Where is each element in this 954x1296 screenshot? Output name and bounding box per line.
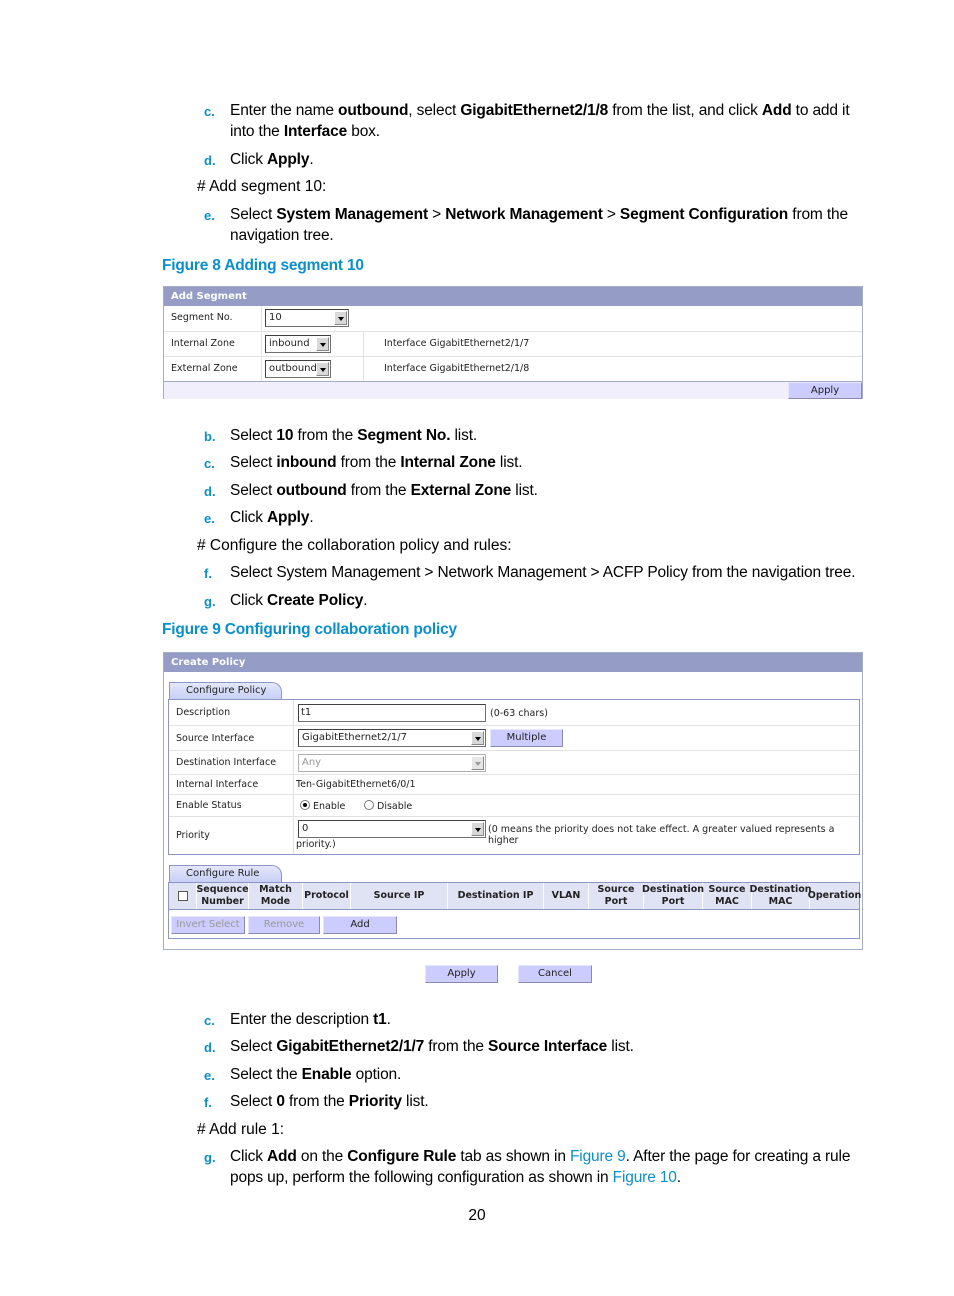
chevron-down-icon xyxy=(471,756,484,770)
column-header: Source MAC xyxy=(703,883,752,909)
create-policy-panel: Create Policy Configure Policy Descripti… xyxy=(163,652,863,950)
destination-interface-select[interactable]: Any xyxy=(298,754,486,772)
internal-interface-label: Internal Interface xyxy=(176,779,259,790)
segment-no-select[interactable]: 10 xyxy=(265,309,349,327)
description-row: Description t1 (0-63 chars) xyxy=(169,700,859,725)
step-e-click-apply: e. Click Apply. xyxy=(204,509,314,526)
step-g-click-add: g. Click Add on the Configure Rule tab a… xyxy=(204,1148,851,1186)
description-hint: (0-63 chars) xyxy=(490,708,548,719)
radio-selected-icon xyxy=(300,800,310,810)
invert-select-button[interactable]: Invert Select xyxy=(171,916,245,934)
description-input[interactable]: t1 xyxy=(298,704,486,722)
priority-hint-continued: priority.) xyxy=(296,839,336,850)
priority-label: Priority xyxy=(176,830,210,841)
segment-no-label: Segment No. xyxy=(171,312,233,323)
note-add-segment: # Add segment 10: xyxy=(197,178,327,195)
priority-select[interactable]: 0 xyxy=(298,820,486,838)
checkbox-icon xyxy=(177,891,188,901)
chevron-down-icon xyxy=(471,822,484,836)
column-header: Match Mode xyxy=(249,883,303,909)
tab-configure-policy[interactable]: Configure Policy xyxy=(169,682,282,699)
step-c-enter-name: c. Enter the name outbound, select Gigab… xyxy=(204,102,850,140)
panel-title: Add Segment xyxy=(164,287,862,306)
step-b-select-segment: b. Select 10 from the Segment No. list. xyxy=(204,427,478,444)
rule-table-header: Sequence Number Match Mode Protocol Sour… xyxy=(169,883,862,910)
column-header: Destination MAC xyxy=(749,883,812,909)
tab-configure-rule[interactable]: Configure Rule xyxy=(169,865,282,882)
priority-row: Priority 0 (0 means the priority does no… xyxy=(169,816,859,854)
internal-zone-row: Internal Zone inbound Interface GigabitE… xyxy=(164,331,862,356)
panel-title: Create Policy xyxy=(164,653,862,672)
column-header: Destination Port xyxy=(641,883,705,909)
step-f-select-acfp: f. Select System Management > Network Ma… xyxy=(204,564,856,581)
external-zone-interface: Interface GigabitEthernet2/1/8 xyxy=(384,363,530,374)
column-header: Sequence Number xyxy=(196,883,249,909)
figure-8-caption: Figure 8 Adding segment 10 xyxy=(162,257,364,274)
disable-radio[interactable]: Disable xyxy=(364,800,412,812)
select-all-checkbox[interactable] xyxy=(169,883,197,909)
internal-interface-row: Internal Interface Ten-GigabitEthernet6/… xyxy=(169,774,859,794)
column-header: Protocol xyxy=(303,883,351,909)
page-number: 20 xyxy=(468,1207,486,1224)
step-letter: c. xyxy=(204,104,215,119)
enable-status-label: Enable Status xyxy=(176,800,242,811)
step-c-enter-description: c. Enter the description t1. xyxy=(204,1011,391,1028)
document-page: c. Enter the name outbound, select Gigab… xyxy=(0,0,954,1296)
column-header: Source Port xyxy=(589,883,644,909)
step-d-select-outbound: d. Select outbound from the External Zon… xyxy=(204,482,538,499)
note-add-rule: # Add rule 1: xyxy=(197,1121,285,1138)
chevron-down-icon xyxy=(471,731,484,745)
figure-9-caption: Figure 9 Configuring collaboration polic… xyxy=(162,621,457,638)
internal-zone-label: Internal Zone xyxy=(171,338,235,349)
step-g-create-policy: g. Click Create Policy. xyxy=(204,592,368,609)
step-d-select-source-interface: d. Select GigabitEthernet2/1/7 from the … xyxy=(204,1038,634,1055)
chevron-down-icon xyxy=(316,362,329,376)
description-label: Description xyxy=(176,707,231,718)
configure-rule-section: Sequence Number Match Mode Protocol Sour… xyxy=(168,882,862,939)
step-d-click-apply: d. Click Apply. xyxy=(204,151,314,168)
external-zone-select[interactable]: outbound xyxy=(265,360,331,378)
enable-radio[interactable]: Enable xyxy=(300,800,345,812)
column-header: VLAN xyxy=(544,883,589,909)
column-header: Destination IP xyxy=(448,883,544,909)
figure-10-link[interactable]: Figure 10 xyxy=(613,1169,677,1186)
chevron-down-icon xyxy=(316,337,329,351)
remove-button[interactable]: Remove xyxy=(248,916,320,934)
step-f-select-priority: f. Select 0 from the Priority list. xyxy=(204,1093,429,1110)
note-configure-policy: # Configure the collaboration policy and… xyxy=(197,537,512,554)
external-zone-label: External Zone xyxy=(171,363,238,374)
segment-no-row: Segment No. 10 xyxy=(164,306,862,331)
figure-9-link[interactable]: Figure 9 xyxy=(570,1148,626,1165)
add-segment-panel: Add Segment Segment No. 10 Internal Zone… xyxy=(163,286,863,399)
source-interface-row: Source Interface GigabitEthernet2/1/7 Mu… xyxy=(169,725,859,750)
column-header: Source IP xyxy=(351,883,448,909)
internal-zone-interface: Interface GigabitEthernet2/1/7 xyxy=(384,338,530,349)
step-e-select-enable: e. Select the Enable option. xyxy=(204,1066,402,1083)
multiple-button[interactable]: Multiple xyxy=(490,729,563,747)
chevron-down-icon xyxy=(334,311,347,325)
source-interface-label: Source Interface xyxy=(176,733,255,744)
apply-button[interactable]: Apply xyxy=(788,382,862,399)
internal-interface-value: Ten-GigabitEthernet6/0/1 xyxy=(296,779,416,790)
external-zone-row: External Zone outbound Interface Gigabit… xyxy=(164,356,862,381)
step-c-select-inbound: c. Select inbound from the Internal Zone… xyxy=(204,454,523,471)
configure-policy-form: Description t1 (0-63 chars) Source Inter… xyxy=(168,699,860,855)
destination-interface-label: Destination Interface xyxy=(176,757,277,768)
column-header: Operation xyxy=(807,890,862,901)
internal-zone-select[interactable]: inbound xyxy=(265,335,331,353)
radio-unselected-icon xyxy=(364,800,374,810)
source-interface-select[interactable]: GigabitEthernet2/1/7 xyxy=(298,729,486,747)
step-e-select-segment-config: e. Select System Management > Network Ma… xyxy=(204,206,848,244)
enable-status-row: Enable Status Enable Disable xyxy=(169,794,859,816)
policy-apply-button[interactable]: Apply xyxy=(425,965,498,983)
apply-bar: Apply xyxy=(164,381,862,399)
destination-interface-row: Destination Interface Any xyxy=(169,750,859,774)
priority-hint: (0 means the priority does not take effe… xyxy=(488,824,835,846)
add-rule-button[interactable]: Add xyxy=(323,916,397,934)
policy-cancel-button[interactable]: Cancel xyxy=(518,965,592,983)
